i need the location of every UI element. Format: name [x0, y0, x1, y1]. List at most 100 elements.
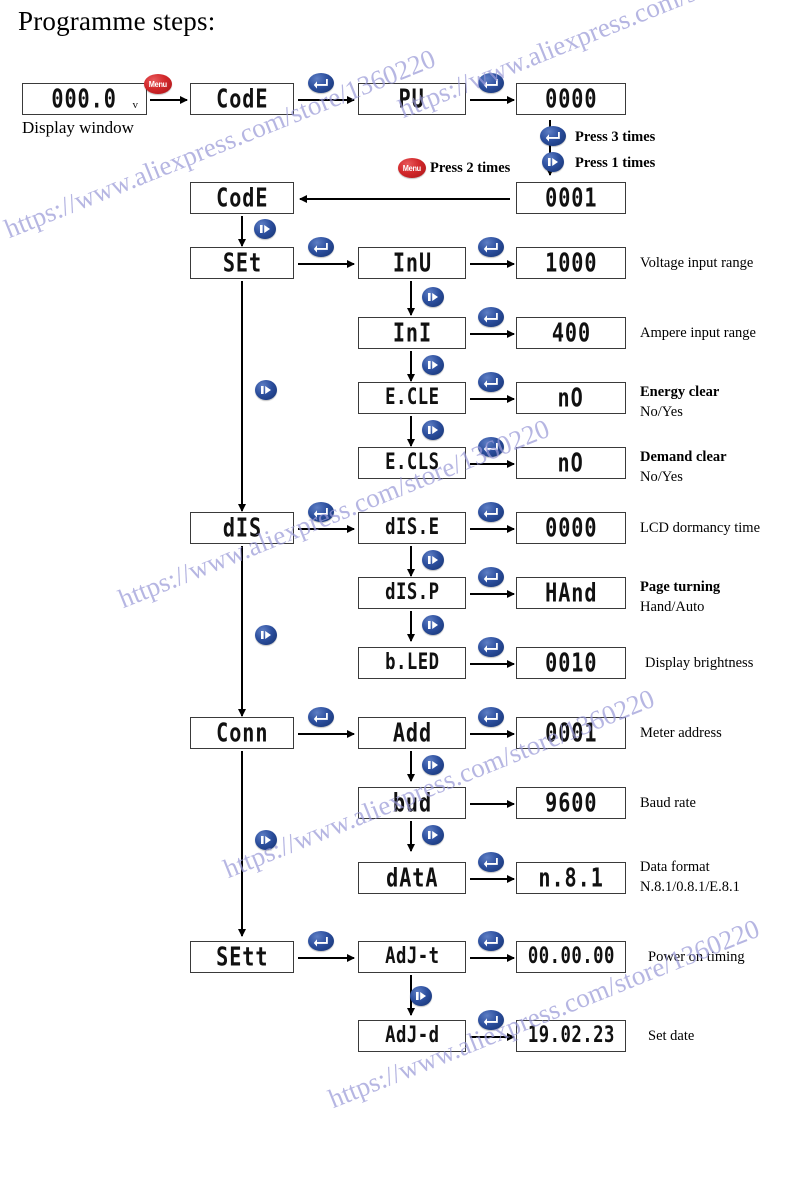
- enter-button-icon-6[interactable]: [478, 307, 504, 327]
- label-data-format-title: Data format: [640, 859, 710, 875]
- spine-dis-to-conn: [238, 546, 245, 717]
- box-code-2: CodE: [190, 182, 294, 214]
- box-ecle: E.CLE: [358, 382, 466, 414]
- menu-button-icon-2[interactable]: Menu: [398, 158, 426, 178]
- box-sett: SEtt: [190, 941, 294, 973]
- box-data: dAtA: [358, 862, 466, 894]
- box-dise-val-value: 0000: [544, 512, 598, 543]
- label-lcd-dormancy-time: LCD dormancy time: [640, 520, 761, 536]
- enter-button-icon-8[interactable]: [478, 437, 504, 457]
- arrow-ecls-to-value: [470, 460, 515, 467]
- menu-button-icon[interactable]: Menu: [144, 74, 172, 94]
- enter-button-icon-3[interactable]: [540, 126, 566, 146]
- box-code-1-value: CodE: [215, 83, 269, 114]
- enter-button-icon-2[interactable]: [478, 73, 504, 93]
- box-ecls-val-value: nO: [557, 447, 585, 478]
- box-ecls: E.CLS: [358, 447, 466, 479]
- box-bled-val: 0010: [516, 647, 626, 679]
- enter-button-icon-1[interactable]: [308, 73, 334, 93]
- box-bud-val-value: 9600: [544, 787, 598, 818]
- box-bled: b.LED: [358, 647, 466, 679]
- shift-button-icon-4[interactable]: [422, 355, 444, 375]
- arrow-dis-to-dise: [298, 525, 355, 532]
- enter-button-icon-9[interactable]: [308, 502, 334, 522]
- shift-button-icon-1[interactable]: [542, 152, 564, 172]
- arrow-code-to-pu: [298, 96, 355, 103]
- arrow-dise-to-value: [470, 525, 515, 532]
- shift-button-icon-5[interactable]: [422, 420, 444, 440]
- enter-button-icon-15[interactable]: [478, 852, 504, 872]
- box-disp-val-value: HAnd: [544, 577, 598, 608]
- arrow-bled-to-value: [470, 660, 515, 667]
- enter-button-icon-10[interactable]: [478, 502, 504, 522]
- enter-button-icon-17[interactable]: [478, 931, 504, 951]
- box-add-val: 0001: [516, 717, 626, 749]
- press-note-menu-2: Press 2 times: [430, 160, 511, 176]
- shift-button-icon-10[interactable]: [422, 755, 444, 775]
- enter-button-icon-16[interactable]: [308, 931, 334, 951]
- box-disp-value: dIS.P: [384, 579, 440, 606]
- box-ecle-val-value: nO: [557, 382, 585, 413]
- label-energy-clear-options: No/Yes: [640, 403, 683, 420]
- box-conn: Conn: [190, 717, 294, 749]
- label-page-turning: Page turning Hand/Auto: [640, 578, 720, 617]
- box-ini: InI: [358, 317, 466, 349]
- box-bled-val-value: 0010: [544, 647, 598, 678]
- shift-button-icon-2[interactable]: [254, 219, 276, 239]
- shift-button-icon-11[interactable]: [422, 825, 444, 845]
- label-meter-address: Meter address: [640, 725, 722, 741]
- watermark-1: https://www.aliexpress.com/store/1360220: [0, 43, 440, 244]
- box-adjd-val-value: 19.02.23: [527, 1022, 615, 1049]
- box-bud-val: 9600: [516, 787, 626, 819]
- shift-button-icon-6[interactable]: [255, 380, 277, 400]
- box-ecls-val: nO: [516, 447, 626, 479]
- box-adjd-val: 19.02.23: [516, 1020, 626, 1052]
- box-code-1: CodE: [190, 83, 294, 115]
- spine-conn-to-sett: [238, 751, 245, 937]
- display-window-value: 000.0: [51, 83, 118, 114]
- shift-button-icon-7[interactable]: [422, 550, 444, 570]
- enter-button-icon-7[interactable]: [478, 372, 504, 392]
- box-inu-val-value: 1000: [544, 247, 598, 278]
- enter-button-icon-5[interactable]: [478, 237, 504, 257]
- enter-button-icon-4[interactable]: [308, 237, 334, 257]
- label-power-on-timing: Power on timing: [648, 949, 745, 965]
- box-code-2-value: CodE: [215, 182, 269, 213]
- enter-button-icon-14[interactable]: [478, 707, 504, 727]
- arrow-adjt-to-value: [470, 954, 515, 961]
- box-bud-value: bud: [392, 787, 432, 818]
- shift-button-icon-9[interactable]: [255, 625, 277, 645]
- box-adjd-value: AdJ-d: [384, 1022, 440, 1049]
- box-bud: bud: [358, 787, 466, 819]
- enter-button-icon-11[interactable]: [478, 567, 504, 587]
- box-data-value: dAtA: [385, 862, 439, 893]
- label-page-turning-title: Page turning: [640, 579, 721, 595]
- box-sett-value: SEtt: [215, 941, 269, 972]
- enter-button-icon-12[interactable]: [478, 637, 504, 657]
- arrow-bud-to-data: [407, 821, 414, 852]
- label-display-brightness: Display brightness: [645, 655, 754, 671]
- arrow-0001-back-to-code: [299, 195, 510, 202]
- box-bled-value: b.LED: [384, 649, 440, 676]
- display-window-box: 000.0 v: [22, 83, 147, 115]
- display-window-caption: Display window: [22, 118, 134, 137]
- box-dise: dIS.E: [358, 512, 466, 544]
- arrow-data-to-value: [470, 875, 515, 882]
- shift-button-icon-13[interactable]: [410, 986, 432, 1006]
- arrow-pu-to-0000: [470, 96, 515, 103]
- box-ecle-val: nO: [516, 382, 626, 414]
- arrow-set-to-inu: [298, 260, 355, 267]
- box-adjt-val-value: 00.00.00: [527, 943, 615, 970]
- shift-button-icon-8[interactable]: [422, 615, 444, 635]
- box-ini-value: InI: [392, 317, 432, 348]
- arrow-code2-to-set: [238, 216, 245, 247]
- box-data-val-value: n.8.1: [538, 862, 604, 893]
- label-demand-clear-options: No/Yes: [640, 468, 683, 485]
- shift-button-icon-12[interactable]: [255, 830, 277, 850]
- shift-button-icon-3[interactable]: [422, 287, 444, 307]
- enter-button-icon-13[interactable]: [308, 707, 334, 727]
- enter-button-icon-18[interactable]: [478, 1010, 504, 1030]
- box-data-val: n.8.1: [516, 862, 626, 894]
- box-adjt: AdJ-t: [358, 941, 466, 973]
- box-adjd: AdJ-d: [358, 1020, 466, 1052]
